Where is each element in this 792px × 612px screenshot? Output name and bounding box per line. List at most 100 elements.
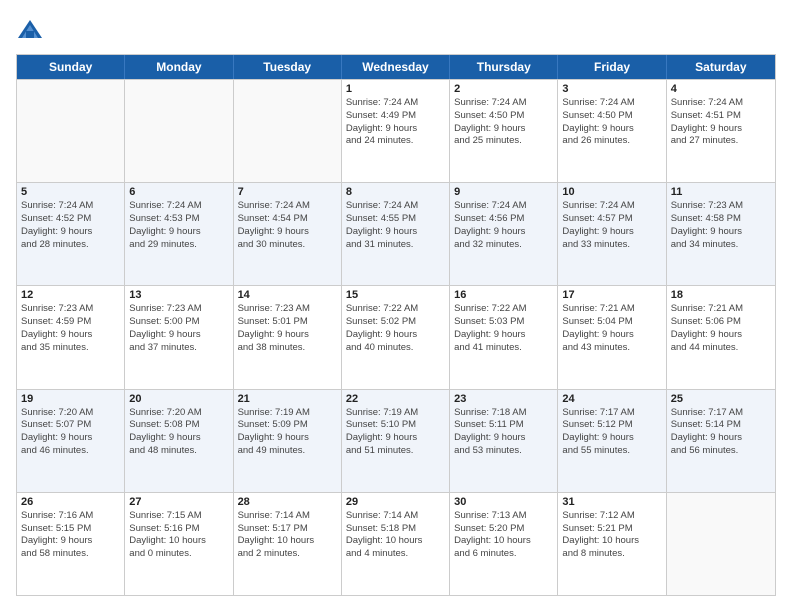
calendar-header: SundayMondayTuesdayWednesdayThursdayFrid… <box>17 55 775 79</box>
calendar-cell-day-7: 7Sunrise: 7:24 AMSunset: 4:54 PMDaylight… <box>234 183 342 285</box>
cell-info-line: and 49 minutes. <box>238 445 337 458</box>
calendar-cell-empty-0-1 <box>125 80 233 182</box>
calendar-cell-day-16: 16Sunrise: 7:22 AMSunset: 5:03 PMDayligh… <box>450 286 558 388</box>
weekday-header-monday: Monday <box>125 55 233 79</box>
day-number: 18 <box>671 289 771 301</box>
calendar-cell-day-21: 21Sunrise: 7:19 AMSunset: 5:09 PMDayligh… <box>234 390 342 492</box>
cell-info-line: and 44 minutes. <box>671 342 771 355</box>
day-number: 17 <box>562 289 661 301</box>
calendar-cell-empty-0-2 <box>234 80 342 182</box>
day-number: 3 <box>562 83 661 95</box>
cell-info-line: Daylight: 9 hours <box>454 329 553 342</box>
cell-info-line: Sunrise: 7:24 AM <box>454 97 553 110</box>
cell-info-line: Daylight: 9 hours <box>454 226 553 239</box>
day-number: 8 <box>346 186 445 198</box>
calendar-cell-day-14: 14Sunrise: 7:23 AMSunset: 5:01 PMDayligh… <box>234 286 342 388</box>
cell-info-line: Sunset: 4:49 PM <box>346 110 445 123</box>
cell-info-line: Sunset: 5:00 PM <box>129 316 228 329</box>
day-number: 6 <box>129 186 228 198</box>
calendar-row-5: 26Sunrise: 7:16 AMSunset: 5:15 PMDayligh… <box>17 492 775 595</box>
cell-info-line: and 27 minutes. <box>671 135 771 148</box>
cell-info-line: Daylight: 9 hours <box>238 226 337 239</box>
cell-info-line: and 32 minutes. <box>454 239 553 252</box>
calendar-cell-day-9: 9Sunrise: 7:24 AMSunset: 4:56 PMDaylight… <box>450 183 558 285</box>
weekday-header-tuesday: Tuesday <box>234 55 342 79</box>
calendar-cell-day-10: 10Sunrise: 7:24 AMSunset: 4:57 PMDayligh… <box>558 183 666 285</box>
cell-info-line: Daylight: 9 hours <box>238 432 337 445</box>
cell-info-line: Sunset: 5:11 PM <box>454 419 553 432</box>
cell-info-line: Sunrise: 7:23 AM <box>129 303 228 316</box>
day-number: 29 <box>346 496 445 508</box>
cell-info-line: Sunrise: 7:23 AM <box>21 303 120 316</box>
day-number: 15 <box>346 289 445 301</box>
cell-info-line: Sunrise: 7:17 AM <box>562 407 661 420</box>
cell-info-line: and 46 minutes. <box>21 445 120 458</box>
cell-info-line: Sunset: 5:16 PM <box>129 523 228 536</box>
cell-info-line: Sunset: 4:52 PM <box>21 213 120 226</box>
cell-info-line: and 8 minutes. <box>562 548 661 561</box>
cell-info-line: Daylight: 9 hours <box>346 123 445 136</box>
cell-info-line: Daylight: 9 hours <box>129 329 228 342</box>
cell-info-line: Daylight: 9 hours <box>671 432 771 445</box>
cell-info-line: Sunset: 4:57 PM <box>562 213 661 226</box>
cell-info-line: and 48 minutes. <box>129 445 228 458</box>
day-number: 22 <box>346 393 445 405</box>
cell-info-line: Sunset: 5:01 PM <box>238 316 337 329</box>
cell-info-line: Sunrise: 7:13 AM <box>454 510 553 523</box>
cell-info-line: Sunset: 4:56 PM <box>454 213 553 226</box>
cell-info-line: Daylight: 10 hours <box>238 535 337 548</box>
cell-info-line: Daylight: 9 hours <box>454 123 553 136</box>
cell-info-line: Sunset: 5:04 PM <box>562 316 661 329</box>
cell-info-line: Daylight: 9 hours <box>129 432 228 445</box>
cell-info-line: Sunset: 5:10 PM <box>346 419 445 432</box>
cell-info-line: Sunset: 5:18 PM <box>346 523 445 536</box>
cell-info-line: Sunrise: 7:23 AM <box>671 200 771 213</box>
cell-info-line: Sunset: 5:03 PM <box>454 316 553 329</box>
cell-info-line: and 55 minutes. <box>562 445 661 458</box>
cell-info-line: Sunrise: 7:22 AM <box>454 303 553 316</box>
cell-info-line: Sunrise: 7:23 AM <box>238 303 337 316</box>
day-number: 1 <box>346 83 445 95</box>
page-header <box>16 16 776 44</box>
cell-info-line: Sunset: 4:55 PM <box>346 213 445 226</box>
calendar-cell-empty-0-0 <box>17 80 125 182</box>
calendar-cell-day-17: 17Sunrise: 7:21 AMSunset: 5:04 PMDayligh… <box>558 286 666 388</box>
cell-info-line: Sunrise: 7:17 AM <box>671 407 771 420</box>
cell-info-line: Sunset: 4:50 PM <box>454 110 553 123</box>
cell-info-line: Sunset: 5:09 PM <box>238 419 337 432</box>
calendar-cell-day-5: 5Sunrise: 7:24 AMSunset: 4:52 PMDaylight… <box>17 183 125 285</box>
day-number: 23 <box>454 393 553 405</box>
cell-info-line: Daylight: 9 hours <box>562 432 661 445</box>
cell-info-line: Sunset: 5:12 PM <box>562 419 661 432</box>
calendar-cell-day-20: 20Sunrise: 7:20 AMSunset: 5:08 PMDayligh… <box>125 390 233 492</box>
day-number: 26 <box>21 496 120 508</box>
calendar-cell-day-26: 26Sunrise: 7:16 AMSunset: 5:15 PMDayligh… <box>17 493 125 595</box>
cell-info-line: and 34 minutes. <box>671 239 771 252</box>
calendar-cell-day-22: 22Sunrise: 7:19 AMSunset: 5:10 PMDayligh… <box>342 390 450 492</box>
cell-info-line: and 41 minutes. <box>454 342 553 355</box>
calendar-page: SundayMondayTuesdayWednesdayThursdayFrid… <box>0 0 792 612</box>
calendar-cell-day-6: 6Sunrise: 7:24 AMSunset: 4:53 PMDaylight… <box>125 183 233 285</box>
cell-info-line: and 0 minutes. <box>129 548 228 561</box>
calendar-row-2: 5Sunrise: 7:24 AMSunset: 4:52 PMDaylight… <box>17 182 775 285</box>
cell-info-line: Sunset: 5:14 PM <box>671 419 771 432</box>
cell-info-line: Sunset: 4:51 PM <box>671 110 771 123</box>
cell-info-line: Sunset: 4:54 PM <box>238 213 337 226</box>
cell-info-line: Daylight: 9 hours <box>346 226 445 239</box>
day-number: 4 <box>671 83 771 95</box>
cell-info-line: Sunset: 5:17 PM <box>238 523 337 536</box>
day-number: 9 <box>454 186 553 198</box>
cell-info-line: Daylight: 10 hours <box>129 535 228 548</box>
cell-info-line: Sunrise: 7:24 AM <box>671 97 771 110</box>
cell-info-line: Daylight: 9 hours <box>21 226 120 239</box>
day-number: 5 <box>21 186 120 198</box>
cell-info-line: and 24 minutes. <box>346 135 445 148</box>
day-number: 2 <box>454 83 553 95</box>
calendar-cell-day-23: 23Sunrise: 7:18 AMSunset: 5:11 PMDayligh… <box>450 390 558 492</box>
cell-info-line: Sunset: 5:06 PM <box>671 316 771 329</box>
cell-info-line: Sunset: 4:59 PM <box>21 316 120 329</box>
cell-info-line: Sunrise: 7:16 AM <box>21 510 120 523</box>
calendar-grid: SundayMondayTuesdayWednesdayThursdayFrid… <box>16 54 776 596</box>
calendar-cell-day-4: 4Sunrise: 7:24 AMSunset: 4:51 PMDaylight… <box>667 80 775 182</box>
cell-info-line: Daylight: 9 hours <box>21 329 120 342</box>
